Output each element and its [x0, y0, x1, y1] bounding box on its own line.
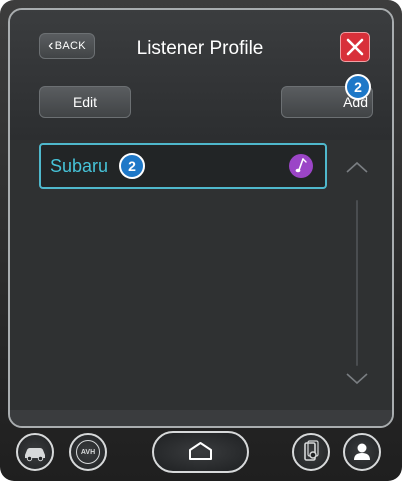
car-button[interactable] [16, 433, 54, 471]
screen: ‹ BACK Listener Profile Edit Add 2 Subar… [8, 8, 394, 428]
edit-button[interactable]: Edit [39, 86, 131, 118]
phone-settings-icon [304, 440, 319, 461]
page-title: Listener Profile [136, 38, 264, 59]
edit-label: Edit [72, 94, 98, 110]
home-icon [189, 442, 212, 460]
user-icon [354, 443, 370, 460]
chevron-down-icon[interactable] [345, 372, 369, 386]
header-background [10, 10, 392, 140]
profile-count-badge: 2 [119, 153, 145, 179]
chevron-left-icon: ‹ [48, 37, 54, 54]
device-frame: ‹ BACK Listener Profile Edit Add 2 Subar… [0, 0, 402, 481]
nav-bar: AVH [0, 428, 402, 481]
close-icon [346, 38, 364, 56]
avh-button[interactable]: AVH [69, 433, 107, 471]
back-label: BACK [54, 40, 86, 52]
avh-icon: AVH [71, 435, 105, 469]
back-button[interactable]: ‹ BACK [39, 33, 95, 59]
car-icon [25, 448, 45, 462]
profile-name: Subaru [50, 156, 109, 176]
profile-item-subaru[interactable]: Subaru 2 [39, 143, 327, 189]
scrollbar-track[interactable] [356, 200, 358, 366]
avh-label: AVH [76, 440, 100, 464]
music-note-icon[interactable] [289, 154, 313, 178]
close-button[interactable] [340, 32, 370, 62]
chevron-up-icon[interactable] [345, 160, 369, 174]
screen-bottom-bar [10, 410, 392, 426]
add-count-badge: 2 [345, 74, 371, 100]
phone-settings-button[interactable] [292, 433, 330, 471]
home-button[interactable] [152, 431, 249, 473]
user-button[interactable] [343, 433, 381, 471]
